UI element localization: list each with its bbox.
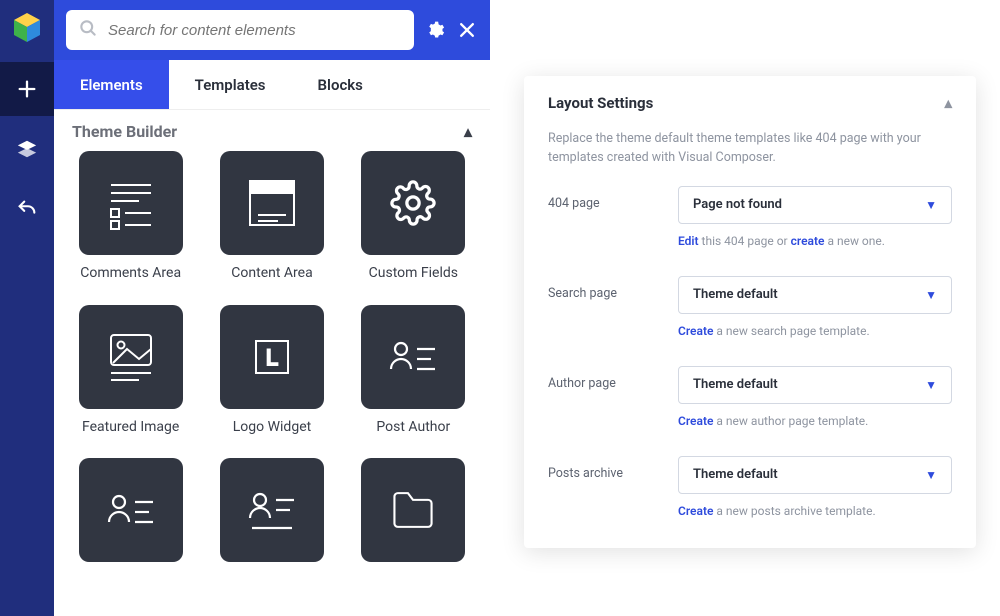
hint-search: Create a new search page template. bbox=[678, 324, 952, 338]
tab-elements[interactable]: Elements bbox=[54, 60, 169, 109]
select-author-value: Theme default bbox=[693, 377, 778, 392]
close-icon[interactable] bbox=[456, 19, 478, 41]
select-posts[interactable]: Theme default ▼ bbox=[678, 456, 952, 494]
tile-featured-image[interactable] bbox=[79, 305, 183, 409]
select-404-value: Page not found bbox=[693, 197, 782, 212]
tile-content-area[interactable] bbox=[220, 151, 324, 255]
tile-extra-1[interactable] bbox=[79, 458, 183, 562]
link-create-404[interactable]: create bbox=[791, 234, 825, 248]
link-create-search[interactable]: Create bbox=[678, 324, 713, 338]
tile-label: Custom Fields bbox=[369, 265, 458, 283]
link-create-author[interactable]: Create bbox=[678, 414, 713, 428]
label-posts: Posts archive bbox=[548, 456, 678, 481]
layout-settings-panel: Layout Settings ▴ Replace the theme defa… bbox=[524, 76, 976, 548]
tile-label: Comments Area bbox=[80, 265, 181, 283]
layers-button[interactable] bbox=[0, 122, 54, 176]
hint-author: Create a new author page template. bbox=[678, 414, 952, 428]
tile-logo-widget[interactable]: L bbox=[220, 305, 324, 409]
tab-templates[interactable]: Templates bbox=[169, 60, 292, 109]
select-posts-value: Theme default bbox=[693, 467, 778, 482]
tile-label: Featured Image bbox=[82, 419, 179, 437]
tabs: Elements Templates Blocks bbox=[54, 60, 490, 110]
undo-button[interactable] bbox=[0, 182, 54, 236]
section-title: Theme Builder bbox=[72, 122, 177, 141]
chevron-up-icon: ▴ bbox=[464, 122, 472, 141]
logo bbox=[9, 10, 45, 46]
label-author: Author page bbox=[548, 366, 678, 391]
tile-extra-3[interactable] bbox=[361, 458, 465, 562]
search-icon bbox=[78, 18, 98, 42]
select-404[interactable]: Page not found ▼ bbox=[678, 186, 952, 224]
select-search[interactable]: Theme default ▼ bbox=[678, 276, 952, 314]
settings-icon[interactable] bbox=[424, 19, 446, 41]
select-author[interactable]: Theme default ▼ bbox=[678, 366, 952, 404]
search-input[interactable] bbox=[108, 22, 402, 39]
section-header[interactable]: Theme Builder ▴ bbox=[54, 110, 490, 151]
tile-label: Logo Widget bbox=[233, 419, 311, 437]
tile-label: Post Author bbox=[376, 419, 450, 437]
hint-posts: Create a new posts archive template. bbox=[678, 504, 952, 518]
label-search: Search page bbox=[548, 276, 678, 301]
label-404: 404 page bbox=[548, 186, 678, 211]
tab-blocks[interactable]: Blocks bbox=[292, 60, 389, 109]
tile-custom-fields[interactable] bbox=[361, 151, 465, 255]
tile-extra-2[interactable] bbox=[220, 458, 324, 562]
tile-label: Content Area bbox=[231, 265, 312, 283]
tile-comments-area[interactable] bbox=[79, 151, 183, 255]
link-edit-404[interactable]: Edit bbox=[678, 234, 699, 248]
search-field[interactable] bbox=[66, 10, 414, 50]
element-grid: Comments Area Content Area Custom Fields bbox=[54, 151, 490, 580]
chevron-down-icon: ▼ bbox=[925, 288, 937, 302]
chevron-down-icon: ▼ bbox=[925, 468, 937, 482]
svg-text:L: L bbox=[266, 345, 278, 370]
chevron-down-icon: ▼ bbox=[925, 378, 937, 392]
hint-404: Edit this 404 page or create a new one. bbox=[678, 234, 952, 248]
tile-post-author[interactable] bbox=[361, 305, 465, 409]
select-search-value: Theme default bbox=[693, 287, 778, 302]
link-create-posts[interactable]: Create bbox=[678, 504, 713, 518]
panel-description: Replace the theme default theme template… bbox=[548, 130, 952, 168]
left-sidebar bbox=[0, 0, 54, 616]
chevron-up-icon[interactable]: ▴ bbox=[944, 94, 952, 112]
topbar bbox=[54, 0, 490, 60]
add-elements-button[interactable] bbox=[0, 62, 54, 116]
chevron-down-icon: ▼ bbox=[925, 198, 937, 212]
panel-title: Layout Settings bbox=[548, 94, 653, 112]
